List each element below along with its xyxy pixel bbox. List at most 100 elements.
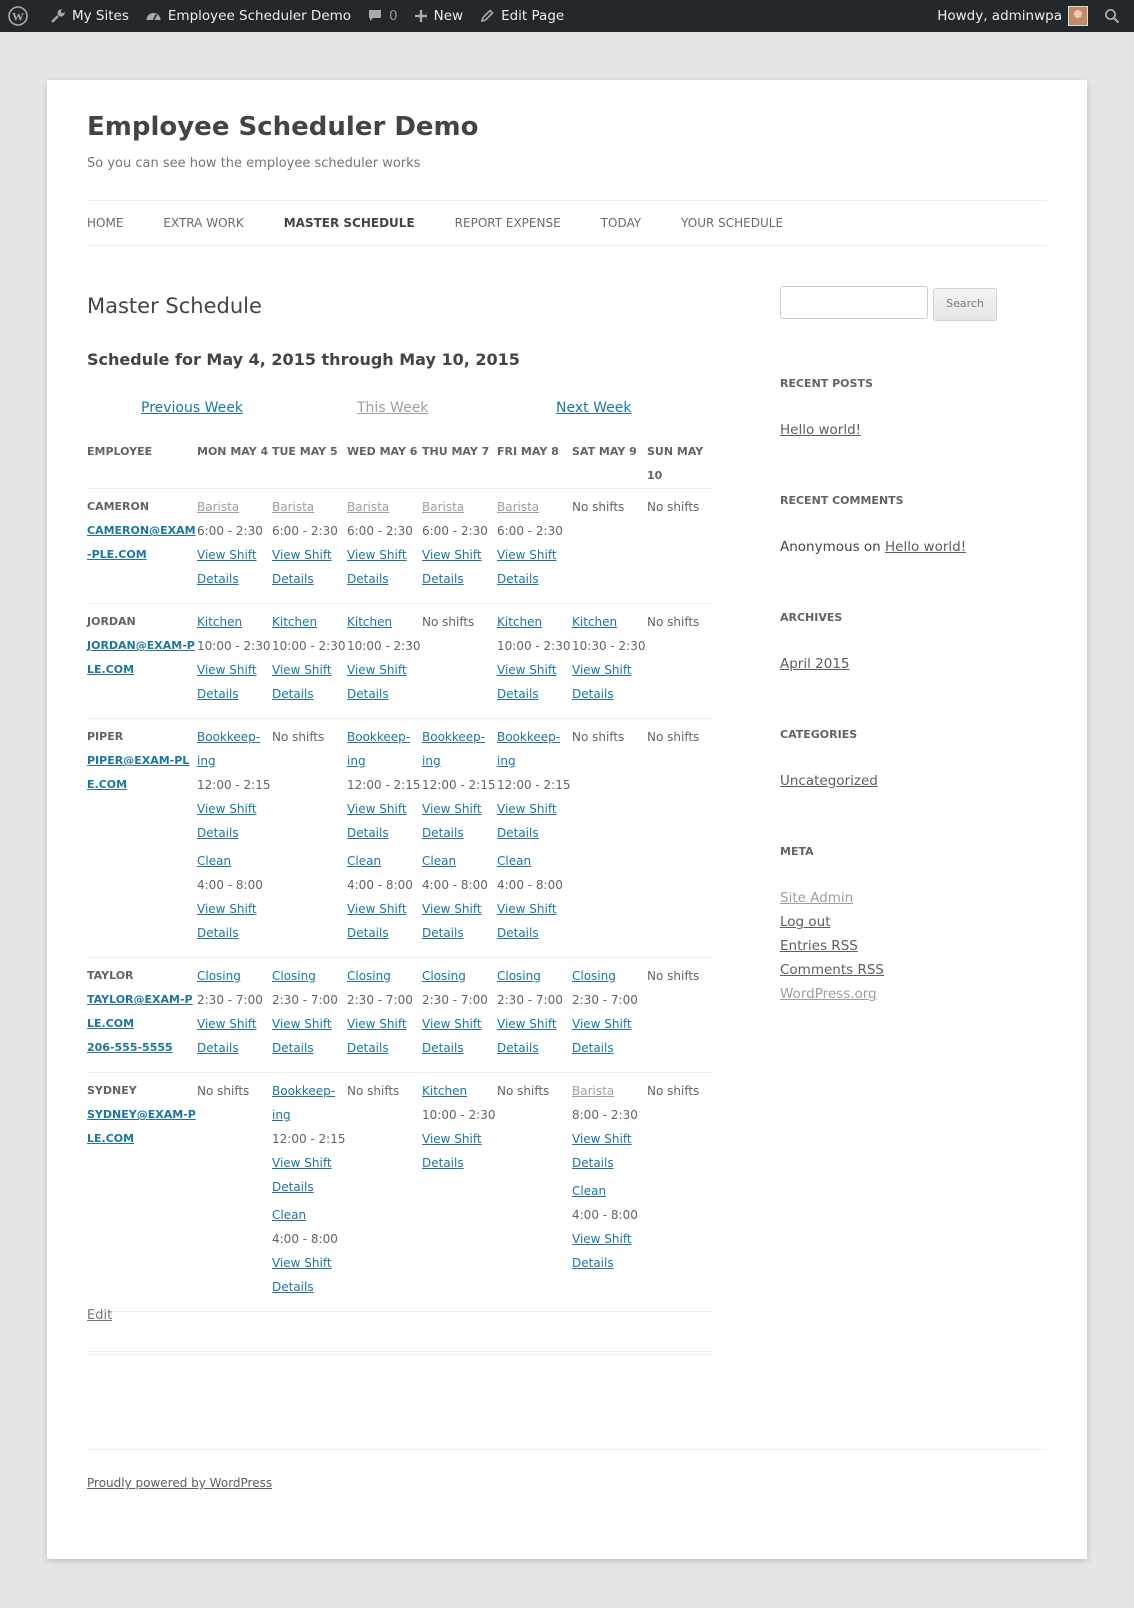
shift-details-link[interactable]: Details	[272, 682, 347, 706]
shift-job-link[interactable]: Kitchen	[197, 610, 272, 634]
view-shift-link[interactable]: View Shift	[347, 897, 422, 921]
shift-details-link[interactable]: Details	[197, 567, 272, 591]
shift-details-link[interactable]: Details	[497, 682, 572, 706]
next-week-link[interactable]: Next Week	[556, 400, 631, 416]
view-shift-link[interactable]: View Shift	[572, 1012, 647, 1036]
category-link[interactable]: Uncategorized	[780, 773, 878, 789]
view-shift-link[interactable]: View Shift	[272, 543, 347, 567]
shift-details-link[interactable]: Details	[272, 567, 347, 591]
view-shift-link[interactable]: View Shift	[347, 1012, 422, 1036]
shift-details-link[interactable]: Details	[572, 1151, 647, 1175]
shift-job-link[interactable]: Bookkeep-ing	[497, 725, 572, 773]
account-menu[interactable]: Howdy, adminwpa	[929, 0, 1096, 32]
shift-details-link[interactable]: Details	[347, 682, 422, 706]
meta-site-admin-link[interactable]: Site Admin	[780, 890, 853, 906]
shift-job-link[interactable]: Clean	[272, 1203, 347, 1227]
shift-job-link[interactable]: Bookkeep-ing	[272, 1079, 347, 1127]
shift-job-link[interactable]: Kitchen	[347, 610, 422, 634]
shift-details-link[interactable]: Details	[572, 682, 647, 706]
shift-details-link[interactable]: Details	[197, 921, 272, 945]
site-name-menu[interactable]: Employee Scheduler Demo	[137, 0, 359, 32]
view-shift-link[interactable]: View Shift	[422, 1127, 497, 1151]
shift-job-link[interactable]: Bookkeep-ing	[347, 725, 422, 773]
view-shift-link[interactable]: View Shift	[347, 658, 422, 682]
shift-job-link[interactable]: Clean	[347, 849, 422, 873]
view-shift-link[interactable]: View Shift	[197, 897, 272, 921]
shift-details-link[interactable]: Details	[497, 1036, 572, 1060]
view-shift-link[interactable]: View Shift	[197, 797, 272, 821]
shift-details-link[interactable]: Details	[272, 1275, 347, 1299]
shift-details-link[interactable]: Details	[197, 1036, 272, 1060]
edit-page-link[interactable]: Edit Page	[471, 0, 572, 32]
new-content-menu[interactable]: New	[406, 0, 471, 32]
shift-job-link[interactable]: Barista	[197, 495, 272, 519]
shift-details-link[interactable]: Details	[497, 567, 572, 591]
meta-comments-rss-link[interactable]: Comments RSS	[780, 962, 884, 978]
shift-details-link[interactable]: Details	[272, 1175, 347, 1199]
view-shift-link[interactable]: View Shift	[197, 658, 272, 682]
nav-item-home[interactable]: HOME	[87, 201, 123, 245]
view-shift-link[interactable]: View Shift	[197, 543, 272, 567]
comments-menu[interactable]: 0	[359, 0, 406, 32]
shift-job-link[interactable]: Bookkeep-ing	[422, 725, 497, 773]
my-sites-menu[interactable]: My Sites	[42, 0, 137, 32]
admin-search-button[interactable]	[1096, 0, 1134, 32]
view-shift-link[interactable]: View Shift	[272, 1251, 347, 1275]
shift-details-link[interactable]: Details	[422, 821, 497, 845]
comment-post-link[interactable]: Hello world!	[885, 539, 966, 555]
edit-link[interactable]: Edit	[87, 1308, 112, 1323]
employee-email-link[interactable]: JORDAN@EXAM-PLE.COM	[87, 634, 197, 682]
view-shift-link[interactable]: View Shift	[497, 1012, 572, 1036]
view-shift-link[interactable]: View Shift	[497, 543, 572, 567]
view-shift-link[interactable]: View Shift	[422, 897, 497, 921]
view-shift-link[interactable]: View Shift	[347, 797, 422, 821]
shift-details-link[interactable]: Details	[347, 821, 422, 845]
powered-by-link[interactable]: Proudly powered by WordPress	[87, 1476, 272, 1490]
shift-job-link[interactable]: Barista	[497, 495, 572, 519]
wordpress-logo-icon[interactable]: W	[0, 0, 42, 32]
previous-week-link[interactable]: Previous Week	[141, 400, 243, 416]
view-shift-link[interactable]: View Shift	[272, 658, 347, 682]
shift-details-link[interactable]: Details	[497, 821, 572, 845]
search-button[interactable]: Search	[933, 288, 997, 321]
shift-job-link[interactable]: Closing	[497, 964, 572, 988]
shift-details-link[interactable]: Details	[497, 921, 572, 945]
meta-wordpress-org-link[interactable]: WordPress.org	[780, 986, 877, 1002]
view-shift-link[interactable]: View Shift	[347, 543, 422, 567]
shift-job-link[interactable]: Closing	[572, 964, 647, 988]
shift-job-link[interactable]: Barista	[347, 495, 422, 519]
view-shift-link[interactable]: View Shift	[572, 1227, 647, 1251]
shift-job-link[interactable]: Closing	[272, 964, 347, 988]
meta-entries-rss-link[interactable]: Entries RSS	[780, 938, 858, 954]
shift-job-link[interactable]: Barista	[272, 495, 347, 519]
view-shift-link[interactable]: View Shift	[497, 897, 572, 921]
shift-details-link[interactable]: Details	[572, 1036, 647, 1060]
shift-job-link[interactable]: Barista	[422, 495, 497, 519]
shift-details-link[interactable]: Details	[422, 921, 497, 945]
this-week-link[interactable]: This Week	[357, 400, 428, 416]
shift-job-link[interactable]: Kitchen	[572, 610, 647, 634]
view-shift-link[interactable]: View Shift	[422, 1012, 497, 1036]
shift-job-link[interactable]: Clean	[497, 849, 572, 873]
view-shift-link[interactable]: View Shift	[572, 658, 647, 682]
shift-details-link[interactable]: Details	[422, 1151, 497, 1175]
shift-job-link[interactable]: Clean	[422, 849, 497, 873]
employee-email-link[interactable]: TAYLOR@EXAM-PLE.COM	[87, 988, 197, 1036]
view-shift-link[interactable]: View Shift	[197, 1012, 272, 1036]
shift-details-link[interactable]: Details	[422, 1036, 497, 1060]
shift-job-link[interactable]: Kitchen	[497, 610, 572, 634]
recent-post-link[interactable]: Hello world!	[780, 422, 861, 438]
shift-job-link[interactable]: Closing	[197, 964, 272, 988]
nav-item-report-expense[interactable]: REPORT EXPENSE	[455, 201, 561, 245]
view-shift-link[interactable]: View Shift	[272, 1151, 347, 1175]
employee-email-link[interactable]: SYDNEY@EXAM-PLE.COM	[87, 1103, 197, 1151]
view-shift-link[interactable]: View Shift	[497, 797, 572, 821]
shift-details-link[interactable]: Details	[197, 682, 272, 706]
employee-email-link[interactable]: PIPER@EXAM-PLE.COM	[87, 749, 197, 797]
view-shift-link[interactable]: View Shift	[422, 543, 497, 567]
shift-job-link[interactable]: Kitchen	[272, 610, 347, 634]
nav-item-master-schedule[interactable]: MASTER SCHEDULE	[284, 201, 415, 245]
meta-log-out-link[interactable]: Log out	[780, 914, 831, 930]
shift-details-link[interactable]: Details	[572, 1251, 647, 1275]
shift-details-link[interactable]: Details	[347, 921, 422, 945]
